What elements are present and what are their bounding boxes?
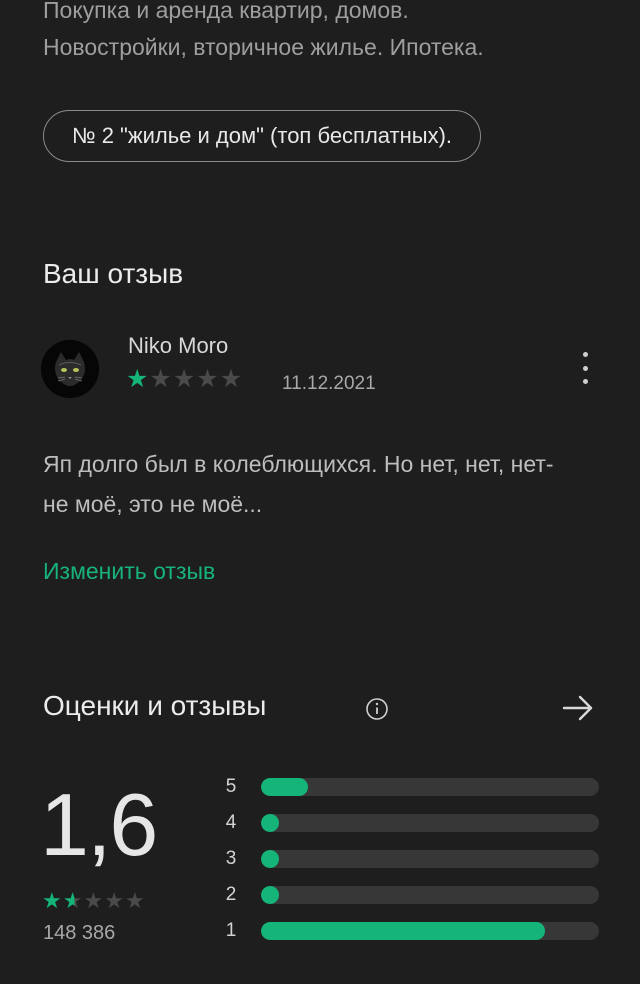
cat-avatar-icon	[41, 340, 99, 398]
rating-bar-label: 2	[225, 884, 237, 905]
star-icon: ★	[196, 365, 219, 393]
star-icon: ★	[219, 365, 243, 393]
rating-bar-row: 2	[224, 883, 604, 919]
rating-bar-label: 1	[225, 920, 237, 941]
rating-bar-label: 3	[225, 848, 237, 869]
star-icon: ★	[149, 365, 172, 393]
star-icon: ★	[104, 888, 124, 913]
rating-bar-track	[261, 886, 599, 904]
rating-bar-fill	[261, 814, 279, 832]
rating-bar-track	[261, 922, 599, 940]
rating-bar-row: 5	[224, 775, 604, 811]
app-description: Покупка и аренда квартир, домов. Новостр…	[43, 0, 603, 66]
info-icon[interactable]	[364, 696, 390, 727]
edit-review-link[interactable]: Изменить отзыв	[43, 558, 215, 585]
average-rating: 1,6	[40, 775, 158, 874]
description-line: Покупка и аренда квартир, домов.	[43, 0, 409, 23]
review-text: Яп долго был в колеблющихся. Но нет, нет…	[43, 451, 554, 517]
rating-bar-row: 4	[224, 811, 604, 847]
rating-distribution: 5 4 3 2 1	[224, 775, 604, 955]
review-date: 11.12.2021	[282, 373, 376, 394]
rating-bar-track	[261, 850, 599, 868]
rating-bar-row: 1	[224, 919, 604, 955]
star-icon: ★	[62, 888, 83, 913]
rating-bar-track	[261, 814, 599, 832]
rating-count: 148 386	[43, 922, 116, 944]
your-review-title: Ваш отзыв	[43, 258, 184, 289]
rating-bar-fill	[261, 850, 279, 868]
category-rank-chip[interactable]: № 2 "жилье и дом" (топ бесплатных).	[43, 110, 482, 162]
avatar	[41, 340, 99, 398]
rating-bar-row: 3	[224, 847, 604, 883]
review-star-rating: ★ ★ ★ ★ ★	[126, 367, 242, 392]
rating-bar-track	[261, 778, 599, 796]
rating-bar-label: 4	[225, 812, 237, 833]
rating-bar-label: 5	[225, 776, 237, 797]
star-icon: ★	[172, 365, 196, 393]
star-icon: ★	[124, 888, 145, 913]
star-icon: ★	[42, 888, 62, 913]
rating-bar-fill	[261, 922, 545, 940]
reviewer-name: Niko Moro	[128, 333, 229, 358]
ratings-title[interactable]: Оценки и отзывы	[43, 690, 266, 722]
rating-bar-fill	[261, 778, 309, 796]
summary-star-rating: ★ ★ ★ ★ ★	[42, 890, 145, 912]
description-line: Новостройки, вторичное жилье. Ипотека.	[43, 34, 484, 60]
star-icon: ★	[126, 365, 149, 393]
star-icon: ★	[83, 888, 104, 913]
arrow-right-icon[interactable]	[560, 692, 596, 729]
rating-bar-fill	[261, 886, 279, 904]
more-vert-icon[interactable]	[574, 352, 596, 384]
